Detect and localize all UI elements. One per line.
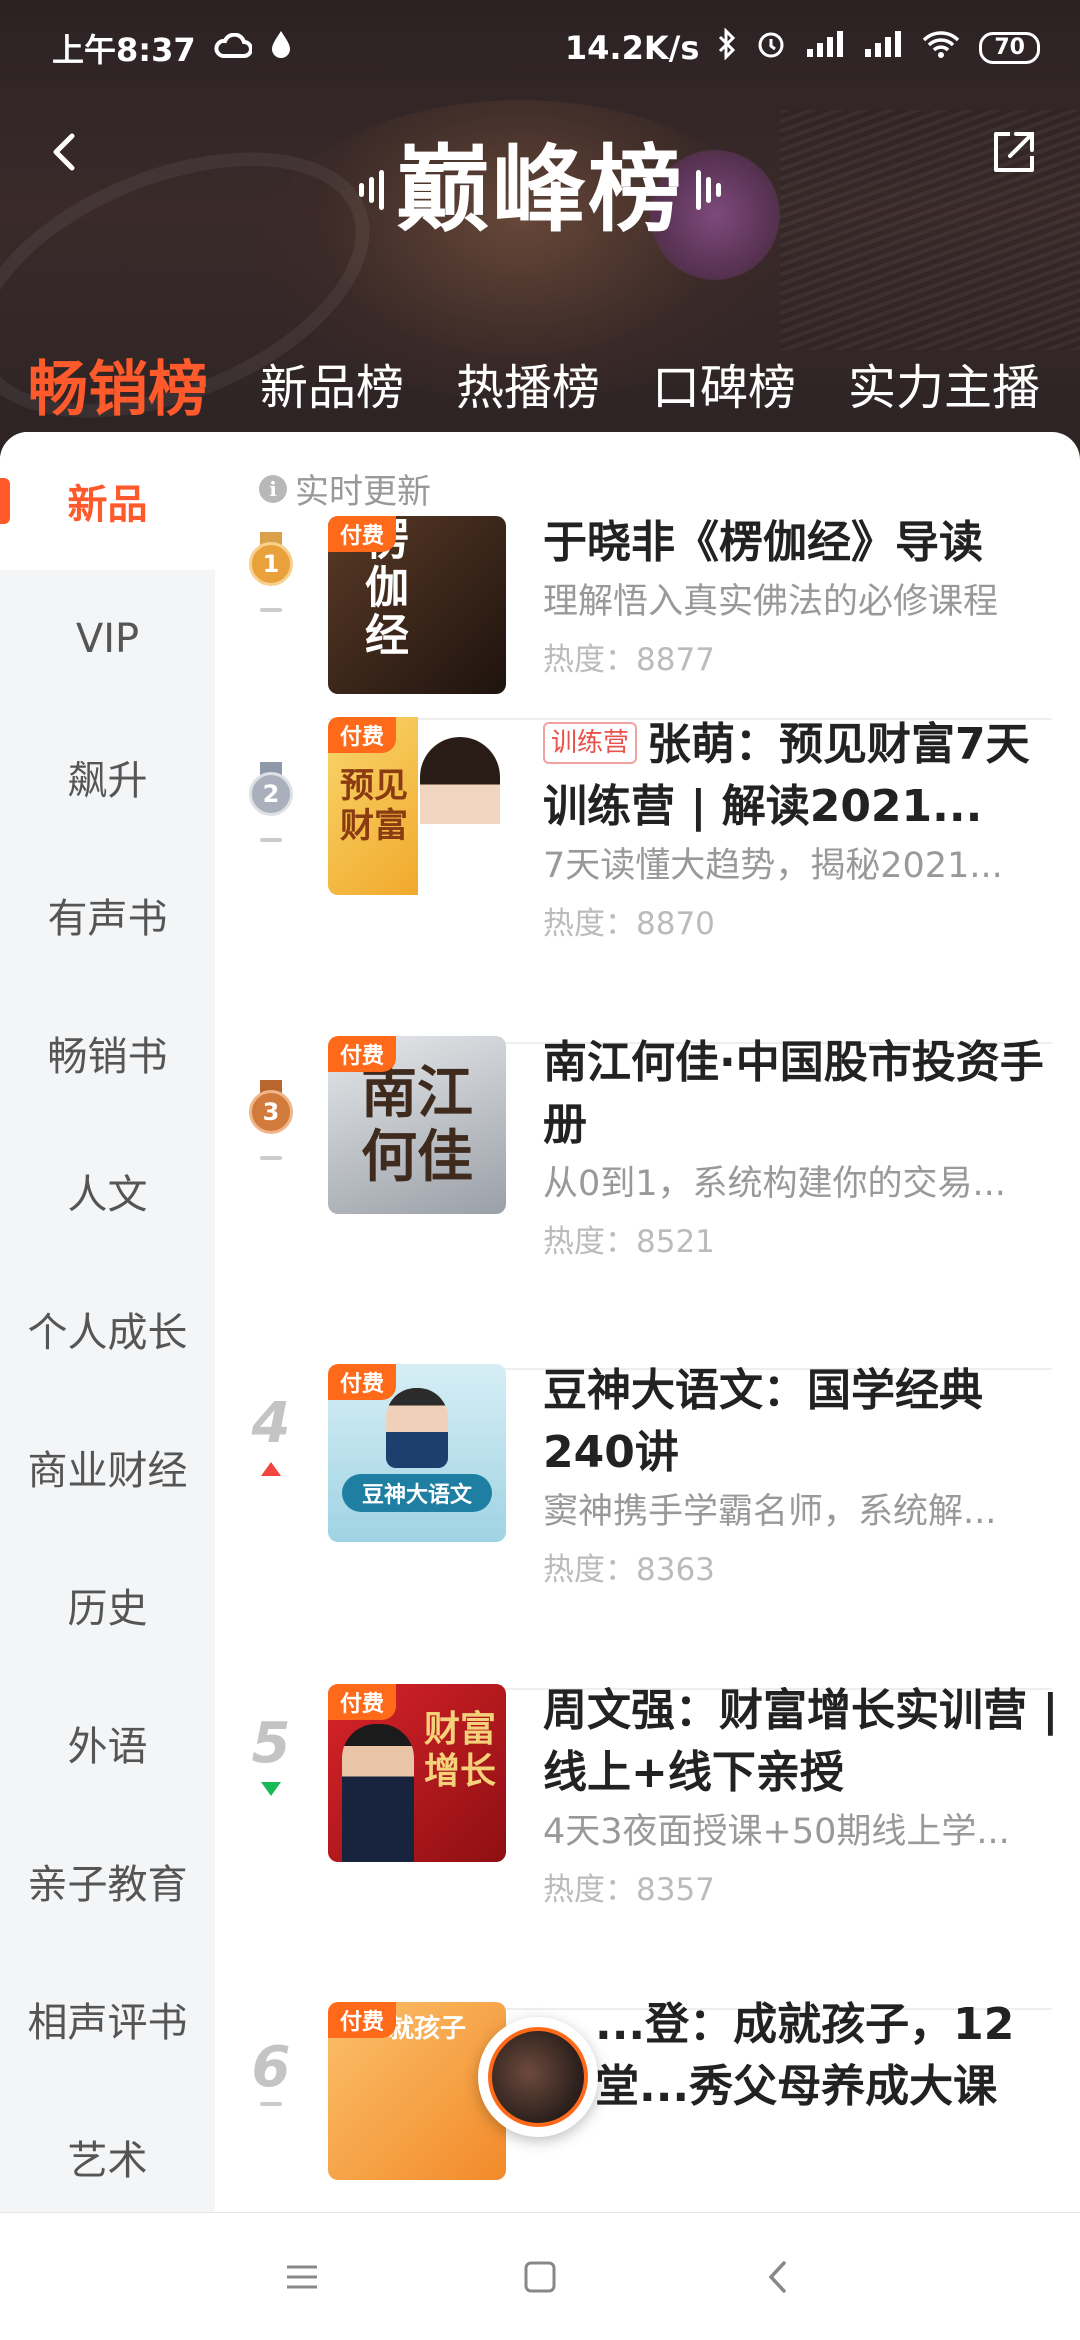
alarm-icon bbox=[755, 28, 787, 68]
item-heat: 热度：8521 bbox=[543, 1224, 715, 1260]
paid-tag: 付费 bbox=[328, 1036, 397, 1072]
rank-down-icon bbox=[261, 1782, 281, 1796]
sound-wave-icon bbox=[358, 170, 384, 210]
signal-icon bbox=[805, 29, 845, 67]
tab-reputation[interactable]: 口碑榜 bbox=[652, 348, 796, 440]
cover-image[interactable]: 财富增长 付费 bbox=[328, 1684, 506, 1862]
item-heat: 热度：8357 bbox=[543, 1872, 715, 1908]
item-heat: 热度：8870 bbox=[543, 906, 715, 942]
item-title[interactable]: ...登：成就孩子，12堂...秀父母养成大课 bbox=[595, 1994, 1065, 2118]
item-desc: 理解悟入真实佛法的必修课程 bbox=[543, 582, 999, 622]
list-item[interactable]: 4 豆神大语文 付费 豆神大语文：国学经典240讲 窦神携手学霸名师，系统解..… bbox=[215, 1364, 1080, 1690]
paid-tag: 付费 bbox=[328, 1684, 397, 1720]
cover-image[interactable]: 南江何佳 付费 bbox=[328, 1036, 506, 1214]
rank-number: 4 bbox=[251, 1391, 291, 1456]
rank-number: 5 bbox=[251, 1711, 291, 1776]
page-title: 巅峰榜 bbox=[395, 135, 684, 245]
status-time: 上午8:37 bbox=[52, 31, 196, 69]
rank-number: 3 bbox=[249, 1090, 293, 1134]
content-panel: 新品 VIP 飙升 有声书 畅销书 人文 个人成长 商业财经 历史 外语 亲子教… bbox=[0, 432, 1080, 2212]
bluetooth-icon bbox=[717, 27, 737, 68]
rank-tabs: 畅销榜 新品榜 热播榜 口碑榜 实力主播 bbox=[0, 330, 1080, 452]
cloud-icon bbox=[214, 29, 253, 67]
home-button[interactable] bbox=[516, 2253, 564, 2301]
cover-art: 豆神大语文 bbox=[342, 1474, 492, 1512]
sidebar-item-bestseller[interactable]: 畅销书 bbox=[0, 984, 215, 1122]
rank-number: 2 bbox=[249, 772, 293, 816]
cover-image[interactable]: 楞伽经 付费 bbox=[328, 516, 506, 694]
paid-tag: 付费 bbox=[328, 2002, 397, 2038]
wifi-icon bbox=[921, 29, 961, 67]
tab-new[interactable]: 新品榜 bbox=[260, 348, 404, 440]
sidebar-item-humanities[interactable]: 人文 bbox=[0, 1122, 215, 1260]
network-speed: 14.2K/s bbox=[564, 29, 700, 67]
item-desc: 4天3夜面授课+50期线上学... bbox=[543, 1812, 1010, 1852]
tab-hot-play[interactable]: 热播榜 bbox=[456, 348, 600, 440]
rank-number: 1 bbox=[249, 542, 293, 586]
drop-icon bbox=[270, 29, 292, 67]
back-nav-button[interactable] bbox=[754, 2253, 802, 2301]
cover-portrait bbox=[420, 737, 500, 895]
sidebar-item-growth[interactable]: 个人成长 bbox=[0, 1260, 215, 1398]
header-banner: 上午8:37 14.2K/s 70 巅峰榜 畅销榜 新品榜 热播榜 口碑榜 实力… bbox=[0, 0, 1080, 470]
item-title[interactable]: 豆神大语文：国学经典240讲 bbox=[543, 1360, 1063, 1484]
sidebar-item-rising[interactable]: 飙升 bbox=[0, 708, 215, 846]
item-title[interactable]: 训练营 张萌：预见财富7天训练营 | 解读2021... bbox=[543, 714, 1063, 838]
paid-tag: 付费 bbox=[328, 1364, 397, 1400]
list-item[interactable]: 1 楞伽经 付费 于晓非《楞伽经》导读 理解悟入真实佛法的必修课程 热度：887… bbox=[215, 432, 1080, 720]
page-logo: 巅峰榜 bbox=[345, 130, 735, 250]
sidebar-item-vip[interactable]: VIP bbox=[0, 570, 215, 708]
item-title[interactable]: 周文强：财富增长实训营 | 线上+线下亲授 bbox=[543, 1680, 1063, 1804]
training-camp-badge: 训练营 bbox=[543, 722, 638, 764]
rank-list: i 实时更新 1 楞伽经 付费 于晓非《楞伽经》导读 理解悟入真实佛法的必修课程… bbox=[215, 432, 1080, 2212]
tab-top-host[interactable]: 实力主播 bbox=[848, 348, 1040, 440]
status-bar: 上午8:37 14.2K/s 70 bbox=[0, 0, 1080, 96]
category-sidebar: 新品 VIP 飙升 有声书 畅销书 人文 个人成长 商业财经 历史 外语 亲子教… bbox=[0, 432, 215, 2212]
sidebar-item-parenting[interactable]: 亲子教育 bbox=[0, 1812, 215, 1950]
list-item[interactable]: 5 财富增长 付费 周文强：财富增长实训营 | 线上+线下亲授 4天3夜面授课+… bbox=[215, 1684, 1080, 2010]
list-item[interactable]: 6 就孩子 付费 ...登：成就孩子，12堂...秀父母养成大课 bbox=[215, 1999, 1080, 2212]
list-item[interactable]: 2 预见财富 付费 训练营 张萌：预见财富7天训练营 | 解读2021... 7天… bbox=[215, 717, 1080, 1044]
battery-indicator: 70 bbox=[979, 32, 1040, 64]
cover-image[interactable]: 预见财富 付费 bbox=[328, 717, 506, 895]
cover-portrait bbox=[386, 1388, 448, 1468]
item-desc: 7天读懂大趋势，揭秘2021... bbox=[543, 846, 1003, 886]
cover-portrait bbox=[342, 1724, 414, 1862]
sidebar-item-language[interactable]: 外语 bbox=[0, 1674, 215, 1812]
player-cover bbox=[488, 2027, 588, 2127]
rank-medal-bronze: 3 bbox=[243, 1080, 299, 1160]
rank-number: 6 bbox=[251, 2035, 291, 2100]
signal-icon bbox=[863, 29, 903, 67]
rank-indicator: 6 bbox=[243, 2038, 299, 2106]
system-nav-bar bbox=[0, 2212, 1080, 2340]
item-desc: 从0到1，系统构建你的交易... bbox=[543, 1164, 1006, 1204]
item-title[interactable]: 于晓非《楞伽经》导读 bbox=[543, 512, 1063, 574]
rank-medal-gold: 1 bbox=[243, 532, 299, 612]
cover-art: 财富增长 bbox=[424, 1708, 497, 1792]
rank-medal-silver: 2 bbox=[243, 762, 299, 842]
tab-bestseller[interactable]: 畅销榜 bbox=[28, 341, 208, 452]
sidebar-item-business[interactable]: 商业财经 bbox=[0, 1398, 215, 1536]
paid-tag: 付费 bbox=[328, 717, 397, 753]
item-heat: 热度：8363 bbox=[543, 1552, 715, 1588]
item-heat: 热度：8877 bbox=[543, 642, 715, 678]
item-title[interactable]: 南江何佳·中国股市投资手册 bbox=[543, 1032, 1063, 1156]
sound-wave-icon bbox=[696, 170, 721, 210]
rank-up-icon bbox=[261, 1462, 281, 1476]
back-button[interactable] bbox=[42, 122, 86, 182]
sidebar-item-crosstalk[interactable]: 相声评书 bbox=[0, 1950, 215, 2088]
item-desc: 窦神携手学霸名师，系统解... bbox=[543, 1492, 997, 1532]
sidebar-item-history[interactable]: 历史 bbox=[0, 1536, 215, 1674]
paid-tag: 付费 bbox=[328, 516, 397, 552]
cover-image[interactable]: 豆神大语文 付费 bbox=[328, 1364, 506, 1542]
rank-indicator: 4 bbox=[243, 1394, 299, 1476]
share-button[interactable] bbox=[988, 128, 1038, 178]
sidebar-item-audiobook[interactable]: 有声书 bbox=[0, 846, 215, 984]
rank-indicator: 5 bbox=[243, 1714, 299, 1796]
list-item[interactable]: 3 南江何佳 付费 南江何佳·中国股市投资手册 从0到1，系统构建你的交易...… bbox=[215, 1036, 1080, 1370]
sidebar-item-art[interactable]: 艺术 bbox=[0, 2088, 215, 2212]
mini-player-button[interactable] bbox=[478, 2017, 598, 2137]
sidebar-item-new[interactable]: 新品 bbox=[0, 432, 215, 570]
menu-button[interactable] bbox=[278, 2253, 326, 2301]
